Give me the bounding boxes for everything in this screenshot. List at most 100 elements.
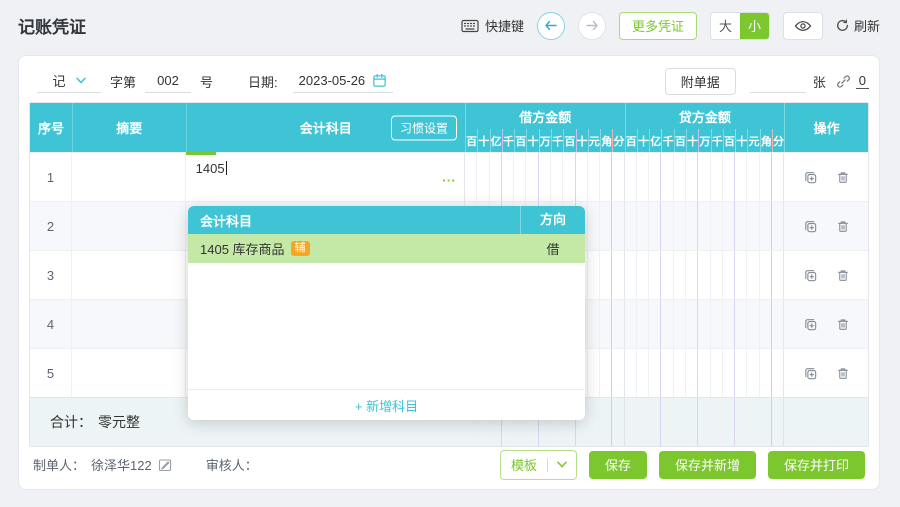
calendar-icon[interactable] xyxy=(372,73,387,88)
edit-icon[interactable] xyxy=(158,458,172,472)
add-subject-button[interactable]: + 新增科目 xyxy=(188,389,585,420)
voucher-word-select[interactable]: 记 xyxy=(37,69,101,93)
amount-grid-cell xyxy=(661,349,674,397)
text-cursor xyxy=(225,161,227,175)
amount-grid-cell xyxy=(747,202,760,250)
subject-cell[interactable]: 1405... xyxy=(185,152,465,201)
subject-header-label: 会计科目 xyxy=(299,121,352,136)
copy-row-button[interactable] xyxy=(803,366,818,381)
row-actions-cell xyxy=(784,300,868,348)
chevron-down-icon[interactable] xyxy=(548,461,576,468)
credit-amount-cell[interactable] xyxy=(625,300,785,348)
credit-digit-labels: 百十亿千百十万千百十元角分 xyxy=(626,129,785,152)
delete-row-button[interactable] xyxy=(836,170,850,185)
attachment-count-link[interactable]: 0 xyxy=(855,73,869,89)
column-header-actions: 操作 xyxy=(784,103,868,152)
dropdown-header: 会计科目 方向 xyxy=(188,206,585,234)
shortcut-key-button[interactable]: 快捷键 xyxy=(461,16,524,35)
eye-icon xyxy=(794,20,812,32)
dropdown-subject-header: 会计科目 xyxy=(200,213,253,229)
delete-row-button[interactable] xyxy=(836,317,850,332)
copy-row-button[interactable] xyxy=(803,219,818,234)
amount-grid-cell xyxy=(551,153,564,201)
credit-amount-cell[interactable] xyxy=(625,349,785,397)
digit-column-label: 角 xyxy=(761,129,773,152)
amount-grid-cell xyxy=(612,398,623,446)
amount-grid-cell xyxy=(588,153,601,201)
voucher-number-input[interactable]: 002 xyxy=(145,69,192,93)
amount-grid-cell xyxy=(698,153,711,201)
amount-grid-cell xyxy=(735,153,748,201)
amount-grid-cell xyxy=(760,202,772,250)
amount-grid-cell xyxy=(649,349,662,397)
credit-amount-cell[interactable] xyxy=(625,153,785,201)
unit-label: 张 xyxy=(812,74,826,90)
copy-row-button[interactable] xyxy=(803,268,818,283)
amount-grid-cell xyxy=(686,251,699,299)
amount-grid-cell xyxy=(490,153,502,201)
previous-voucher-button[interactable] xyxy=(536,11,565,40)
amount-grid-cell xyxy=(526,153,539,201)
summary-cell[interactable] xyxy=(72,251,186,299)
subject-picker-ellipsis-button[interactable]: ... xyxy=(442,170,456,185)
more-vouchers-button[interactable]: 更多凭证 xyxy=(618,11,697,40)
delete-row-button[interactable] xyxy=(836,366,850,381)
attachment-count-input[interactable] xyxy=(749,69,806,93)
amount-grid-cell xyxy=(588,202,601,250)
subject-input-value[interactable]: 1405 xyxy=(196,161,225,176)
amount-grid-cell xyxy=(686,202,699,250)
total-credit-cell xyxy=(625,398,785,446)
total-actions-cell xyxy=(784,398,868,446)
row-actions-cell xyxy=(784,153,868,201)
amount-grid-cell xyxy=(600,300,613,348)
copy-row-button[interactable] xyxy=(803,317,818,332)
debit-amount-cell[interactable] xyxy=(465,153,625,201)
attachment-button[interactable]: 附单据 xyxy=(664,67,736,95)
amount-grid-cell xyxy=(576,153,588,201)
summary-cell[interactable] xyxy=(72,300,186,348)
amount-grid-cell xyxy=(674,153,686,201)
digit-column-label: 百 xyxy=(466,129,479,152)
amount-grid-cell xyxy=(760,251,772,299)
date-input[interactable]: 2023-05-26 xyxy=(292,69,394,93)
digit-column-label: 百 xyxy=(626,129,638,152)
row-actions-cell xyxy=(784,349,868,397)
amount-grid-cell xyxy=(649,202,662,250)
card-footer: 制单人： 徐泽华122 审核人： 模板 保存 保存并新增 保存并打印 xyxy=(19,440,879,489)
copy-row-button[interactable] xyxy=(803,170,818,185)
row-seq-cell: 2 xyxy=(30,202,72,250)
save-button[interactable]: 保存 xyxy=(588,450,647,479)
paperclip-icon[interactable] xyxy=(836,74,851,89)
template-button[interactable]: 模板 xyxy=(499,449,577,480)
habit-setting-button[interactable]: 习惯设置 xyxy=(390,115,457,140)
amount-grid-cell xyxy=(637,251,650,299)
summary-cell[interactable] xyxy=(72,153,186,201)
amount-grid-cell xyxy=(723,251,736,299)
arrow-right-icon xyxy=(585,20,599,31)
debit-digit-labels: 百十亿千百十万千百十元角分 xyxy=(466,129,625,152)
amount-grid-cell xyxy=(760,398,772,446)
summary-cell[interactable] xyxy=(72,349,186,397)
amount-grid-cell xyxy=(637,349,650,397)
amount-grid-cell xyxy=(735,202,748,250)
save-and-print-button[interactable]: 保存并打印 xyxy=(767,450,865,479)
delete-row-button[interactable] xyxy=(836,219,850,234)
next-voucher-button[interactable] xyxy=(577,11,606,40)
digit-column-label: 十 xyxy=(687,129,700,152)
visibility-button[interactable] xyxy=(782,11,823,40)
amount-grid-cell xyxy=(686,349,699,397)
credit-amount-cell[interactable] xyxy=(625,202,785,250)
size-large-option[interactable]: 大 xyxy=(710,12,740,39)
digit-column-label: 百 xyxy=(675,129,687,152)
dropdown-item-selected[interactable]: 1405 库存商品 辅 借 xyxy=(188,234,585,263)
amount-grid-cell xyxy=(661,398,674,446)
delete-row-button[interactable] xyxy=(836,268,850,283)
amount-grid-cell xyxy=(625,300,637,348)
refresh-button[interactable]: 刷新 xyxy=(836,16,880,35)
row-seq-cell: 4 xyxy=(30,300,72,348)
size-small-option[interactable]: 小 xyxy=(739,12,769,39)
save-and-new-button[interactable]: 保存并新增 xyxy=(658,450,756,479)
credit-amount-cell[interactable] xyxy=(625,251,785,299)
refresh-icon xyxy=(836,19,849,32)
summary-cell[interactable] xyxy=(72,202,186,250)
